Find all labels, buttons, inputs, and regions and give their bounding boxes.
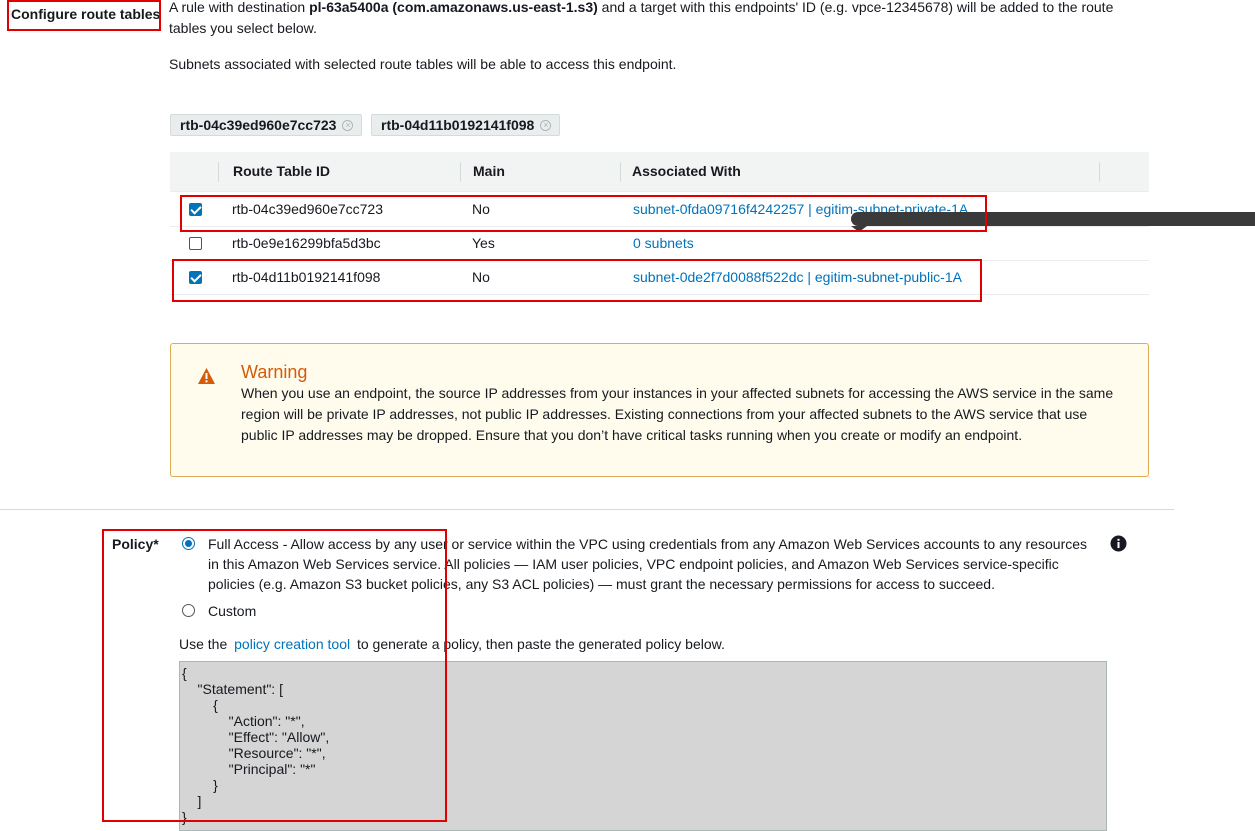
subnet-access-note: Subnets associated with selected route t… bbox=[169, 56, 677, 72]
configure-route-tables-label: Configure route tables bbox=[11, 6, 161, 22]
policy-tool-hint: Use the policy creation tool to generate… bbox=[179, 634, 725, 655]
row-checkbox[interactable] bbox=[189, 203, 202, 216]
overlay-tooltip-bar bbox=[851, 212, 1255, 232]
main-value: Yes bbox=[472, 235, 495, 251]
desc-prefix-list: pl-63a5400a (com.amazonaws.us-east-1.s3) bbox=[309, 0, 598, 15]
warning-alert: Warning When you use an endpoint, the so… bbox=[170, 343, 1149, 477]
route-table-id: rtb-0e9e16299bfa5d3bc bbox=[232, 235, 381, 251]
full-access-description[interactable]: Full Access - Allow access by any user o… bbox=[208, 534, 1093, 594]
route-table-id: rtb-04d11b0192141f098 bbox=[232, 269, 381, 285]
column-header-main[interactable]: Main bbox=[473, 152, 505, 191]
tool-hint-prefix: Use the bbox=[179, 636, 228, 652]
column-separator[interactable] bbox=[460, 162, 461, 182]
warning-triangle-icon bbox=[198, 368, 215, 384]
tool-hint-suffix: to generate a policy, then paste the gen… bbox=[356, 636, 725, 652]
selected-route-table-chip[interactable]: rtb-04c39ed960e7cc723 × bbox=[170, 114, 363, 136]
desc-prefix: A rule with destination bbox=[169, 0, 310, 15]
chip-label: rtb-04d11b0192141f098 bbox=[381, 117, 535, 133]
main-value: No bbox=[472, 269, 490, 285]
warning-text: When you use an endpoint, the source IP … bbox=[241, 385, 1114, 443]
row-checkbox[interactable] bbox=[189, 271, 202, 284]
route-rule-description: A rule with destination pl-63a5400a (com… bbox=[169, 0, 1129, 39]
route-table-header: Route Table ID Main Associated With bbox=[170, 152, 1149, 192]
column-separator[interactable] bbox=[218, 162, 219, 182]
column-header-associated-with[interactable]: Associated With bbox=[632, 152, 741, 191]
remove-chip-icon[interactable]: × bbox=[342, 119, 354, 131]
column-header-route-table-id[interactable]: Route Table ID bbox=[233, 152, 330, 191]
section-divider bbox=[0, 509, 1174, 510]
info-circle-icon[interactable] bbox=[1110, 535, 1127, 552]
column-separator[interactable] bbox=[620, 162, 621, 182]
main-value: No bbox=[472, 201, 490, 217]
policy-document-textarea[interactable]: { "Statement": [ { "Action": "*", "Effec… bbox=[179, 661, 1107, 831]
custom-radio[interactable] bbox=[182, 604, 195, 617]
associated-subnet-link[interactable]: 0 subnets bbox=[633, 227, 694, 260]
selected-route-table-chip[interactable]: rtb-04d11b0192141f098 × bbox=[371, 114, 561, 136]
table-row[interactable]: rtb-04d11b0192141f098 No subnet-0de2f7d0… bbox=[170, 261, 1149, 295]
policy-label: Policy* bbox=[112, 536, 159, 552]
policy-creation-tool-link[interactable]: policy creation tool bbox=[234, 636, 350, 652]
chip-label: rtb-04c39ed960e7cc723 bbox=[180, 117, 337, 133]
column-separator[interactable] bbox=[1099, 162, 1100, 182]
warning-title: Warning bbox=[241, 362, 308, 382]
desc-suffix: and a target with this endpoints' ID (e.… bbox=[597, 0, 1114, 15]
row-checkbox[interactable] bbox=[189, 237, 202, 250]
custom-label[interactable]: Custom bbox=[208, 601, 256, 622]
full-access-radio[interactable] bbox=[182, 537, 195, 550]
desc-line2: tables you select below. bbox=[169, 20, 317, 36]
associated-subnet-link[interactable]: subnet-0de2f7d0088f522dc | egitim-subnet… bbox=[633, 261, 962, 294]
table-row[interactable]: rtb-0e9e16299bfa5d3bc Yes 0 subnets bbox=[170, 227, 1149, 261]
remove-chip-icon[interactable]: × bbox=[540, 119, 552, 131]
route-table-id: rtb-04c39ed960e7cc723 bbox=[232, 201, 384, 217]
